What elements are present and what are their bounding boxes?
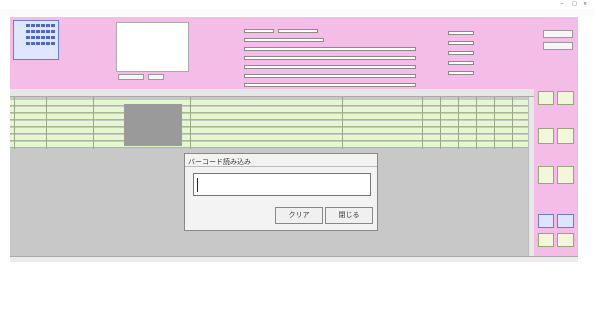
barcode-input[interactable] bbox=[193, 173, 371, 196]
table-row[interactable] bbox=[10, 100, 534, 106]
calendar-cell[interactable] bbox=[41, 30, 45, 33]
form-field[interactable] bbox=[448, 51, 474, 55]
barcode-dialog: バーコード読み込み クリア 閉じる bbox=[184, 153, 378, 231]
form-field[interactable] bbox=[448, 71, 474, 75]
status-strip bbox=[10, 256, 578, 262]
grid-column-line bbox=[512, 97, 513, 149]
grid-column-line bbox=[93, 97, 94, 149]
maximize-icon[interactable]: □ bbox=[572, 1, 577, 7]
calendar-cell[interactable] bbox=[26, 36, 30, 39]
calendar-cell[interactable] bbox=[46, 30, 50, 33]
calendar-cell[interactable] bbox=[26, 30, 30, 33]
grid-column-line bbox=[46, 97, 47, 149]
calendar-cell[interactable] bbox=[51, 30, 55, 33]
side-button[interactable] bbox=[538, 91, 554, 105]
grid-column-line bbox=[14, 97, 15, 149]
calendar-cell[interactable] bbox=[31, 24, 35, 27]
side-button[interactable] bbox=[538, 128, 554, 144]
calendar-cell[interactable] bbox=[31, 42, 35, 45]
calendar-cell[interactable] bbox=[26, 24, 30, 27]
table-row[interactable] bbox=[10, 107, 534, 113]
grid-column-line bbox=[494, 97, 495, 149]
form-field[interactable] bbox=[278, 29, 318, 33]
table-row[interactable] bbox=[10, 128, 534, 134]
side-button[interactable] bbox=[557, 214, 574, 228]
side-button[interactable] bbox=[557, 91, 574, 105]
grid-column-line bbox=[342, 97, 343, 149]
grid-column-line bbox=[422, 97, 423, 149]
calendar-cell[interactable] bbox=[36, 30, 40, 33]
top-form-panel bbox=[10, 17, 578, 89]
grid-header bbox=[10, 89, 534, 97]
form-field[interactable] bbox=[244, 83, 416, 87]
calendar-cell[interactable] bbox=[31, 30, 35, 33]
menu-bar bbox=[0, 9, 595, 16]
form-field[interactable] bbox=[244, 65, 416, 69]
window-titlebar: − □ × bbox=[0, 0, 595, 9]
table-row[interactable] bbox=[10, 135, 534, 141]
memo-small-button[interactable] bbox=[148, 74, 164, 80]
close-button[interactable]: 閉じる bbox=[325, 207, 373, 224]
side-button[interactable] bbox=[557, 233, 574, 247]
calendar-cell[interactable] bbox=[51, 36, 55, 39]
grid-column-line bbox=[458, 97, 459, 149]
side-button[interactable] bbox=[557, 166, 574, 184]
table-row[interactable] bbox=[10, 114, 534, 120]
form-field[interactable] bbox=[448, 41, 474, 45]
calendar-cell[interactable] bbox=[46, 24, 50, 27]
memo-button[interactable] bbox=[118, 74, 144, 80]
close-icon[interactable]: × bbox=[583, 1, 587, 7]
table-row[interactable] bbox=[10, 121, 534, 127]
grid-column-line bbox=[440, 97, 441, 149]
calendar-cell[interactable] bbox=[36, 42, 40, 45]
side-button[interactable] bbox=[538, 214, 554, 228]
calendar-cell[interactable] bbox=[46, 42, 50, 45]
memo-textarea[interactable] bbox=[116, 22, 189, 72]
form-field[interactable] bbox=[244, 74, 416, 78]
side-button[interactable] bbox=[557, 128, 574, 144]
top-right-button[interactable] bbox=[543, 30, 573, 38]
form-field[interactable] bbox=[244, 29, 274, 33]
calendar-cell[interactable] bbox=[51, 42, 55, 45]
calendar-cell[interactable] bbox=[36, 36, 40, 39]
table-row[interactable] bbox=[10, 142, 534, 148]
form-field[interactable] bbox=[244, 38, 324, 42]
calendar-cell[interactable] bbox=[46, 36, 50, 39]
side-button[interactable] bbox=[538, 166, 554, 184]
side-button[interactable] bbox=[538, 233, 554, 247]
form-field[interactable] bbox=[448, 31, 474, 35]
text-caret bbox=[197, 178, 198, 192]
clear-button[interactable]: クリア bbox=[275, 207, 323, 224]
grid-column-line bbox=[190, 97, 191, 149]
top-right-button[interactable] bbox=[543, 42, 573, 50]
calendar-cell[interactable] bbox=[41, 42, 45, 45]
form-field[interactable] bbox=[448, 61, 474, 65]
grid-column-line bbox=[476, 97, 477, 149]
form-field[interactable] bbox=[244, 47, 416, 51]
calendar-cell[interactable] bbox=[36, 24, 40, 27]
minimize-icon[interactable]: − bbox=[560, 1, 564, 7]
selected-image-cell bbox=[124, 104, 182, 146]
calendar-cell[interactable] bbox=[41, 24, 45, 27]
calendar-widget[interactable] bbox=[13, 20, 59, 60]
calendar-cell[interactable] bbox=[26, 42, 30, 45]
calendar-cell[interactable] bbox=[31, 36, 35, 39]
dialog-divider bbox=[185, 166, 377, 167]
calendar-cell[interactable] bbox=[51, 24, 55, 27]
calendar-cell[interactable] bbox=[41, 36, 45, 39]
form-field[interactable] bbox=[244, 56, 416, 60]
